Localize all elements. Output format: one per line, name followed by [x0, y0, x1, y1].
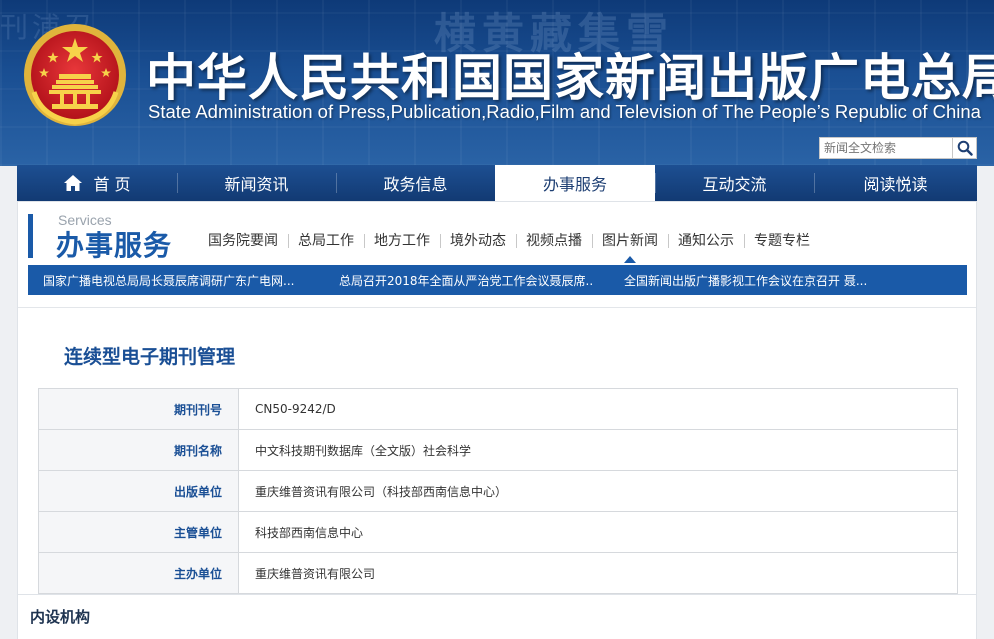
search-icon [957, 140, 973, 156]
subnav-item-local-work[interactable]: 地方工作 [364, 230, 440, 252]
nav-item-interaction[interactable]: 互动交流 [655, 165, 814, 201]
subnav-item-special-topics[interactable]: 专题专栏 [744, 230, 820, 252]
ticker-link[interactable]: 全国新闻出版广播影视工作会议在京召开 聂... [624, 272, 874, 289]
nav-item-services[interactable]: 办事服务 [495, 165, 655, 201]
home-icon [64, 175, 83, 191]
subnav-item-video[interactable]: 视频点播 [516, 230, 592, 252]
nav-item-label: 首 页 [93, 175, 131, 194]
table-row: 期刊名称 中文科技期刊数据库（全文版）社会科学 [38, 429, 958, 471]
nav-item-news[interactable]: 新闻资讯 [177, 165, 336, 201]
search-input[interactable] [819, 137, 953, 159]
search-button[interactable] [953, 137, 977, 159]
ticker-link[interactable]: 总局召开2018年全面从严治党工作会议聂辰席... [339, 272, 593, 289]
subnav-item-state-council[interactable]: 国务院要闻 [198, 230, 288, 252]
nav-item-label: 新闻资讯 [224, 175, 289, 194]
nav-item-reading[interactable]: 阅读悦读 [814, 165, 977, 201]
internal-departments-box [18, 594, 976, 639]
news-ticker: 国家广播电视总局局长聂辰席调研广东广电网... 总局召开2018年全面从严治党工… [28, 265, 967, 295]
internal-departments-title: 内设机构 [30, 608, 91, 626]
table-row: 主管单位 科技部西南信息中心 [38, 511, 958, 553]
content-panel: Services 办事服务 国务院要闻 总局工作 地方工作 境外动态 视频点播 … [17, 201, 977, 639]
site-title: 中华人民共和国国家新闻出版广电总局 [146, 49, 994, 107]
subnav-item-photo-news[interactable]: 图片新闻 [592, 230, 668, 263]
row-label: 期刊刊号 [38, 388, 239, 430]
ticker-link[interactable]: 国家广播电视总局局长聂辰席调研广东广电网... [43, 272, 309, 289]
site-title-en: State Administration of Press,Publicatio… [148, 101, 981, 122]
sub-nav: 国务院要闻 总局工作 地方工作 境外动态 视频点播 图片新闻 通知公示 专题专栏 [198, 230, 820, 263]
section-accent-bar [28, 214, 33, 258]
table-row: 期刊刊号 CN50-9242/D [38, 388, 958, 430]
row-label: 主管单位 [38, 511, 239, 553]
national-emblem-icon[interactable] [22, 22, 128, 128]
table-row: 主办单位 重庆维普资讯有限公司 [38, 552, 958, 594]
row-label: 主办单位 [38, 552, 239, 594]
row-label: 期刊名称 [38, 429, 239, 471]
table-row: 出版单位 重庆维普资讯有限公司（科技部西南信息中心） [38, 470, 958, 512]
row-value: 重庆维普资讯有限公司 [238, 552, 958, 594]
row-label: 出版单位 [38, 470, 239, 512]
row-value: 重庆维普资讯有限公司（科技部西南信息中心） [238, 470, 958, 512]
site-header: 横黄藏集雪 刊浦召 中华人民共和国国家新闻出版广电总局 State Admini… [0, 0, 994, 166]
row-value: CN50-9242/D [238, 388, 958, 430]
section-title: 办事服务 [56, 229, 173, 262]
row-value: 科技部西南信息中心 [238, 511, 958, 553]
page-title: 连续型电子期刊管理 [64, 346, 236, 368]
nav-item-label: 阅读悦读 [863, 175, 928, 194]
subnav-item-notices[interactable]: 通知公示 [668, 230, 744, 252]
main-nav: 首 页 新闻资讯 政务信息 办事服务 互动交流 阅读悦读 [17, 165, 977, 201]
periodical-info-table: 期刊刊号 CN50-9242/D 期刊名称 中文科技期刊数据库（全文版）社会科学… [38, 388, 958, 594]
section-divider [18, 307, 976, 308]
nav-item-label: 互动交流 [702, 175, 767, 194]
subnav-item-bureau-work[interactable]: 总局工作 [288, 230, 364, 252]
nav-item-label: 办事服务 [542, 175, 607, 194]
nav-item-label: 政务信息 [383, 175, 448, 194]
nav-item-government-info[interactable]: 政务信息 [336, 165, 495, 201]
row-value: 中文科技期刊数据库（全文版）社会科学 [238, 429, 958, 471]
subnav-item-overseas[interactable]: 境外动态 [440, 230, 516, 252]
nav-item-home[interactable]: 首 页 [17, 165, 177, 201]
